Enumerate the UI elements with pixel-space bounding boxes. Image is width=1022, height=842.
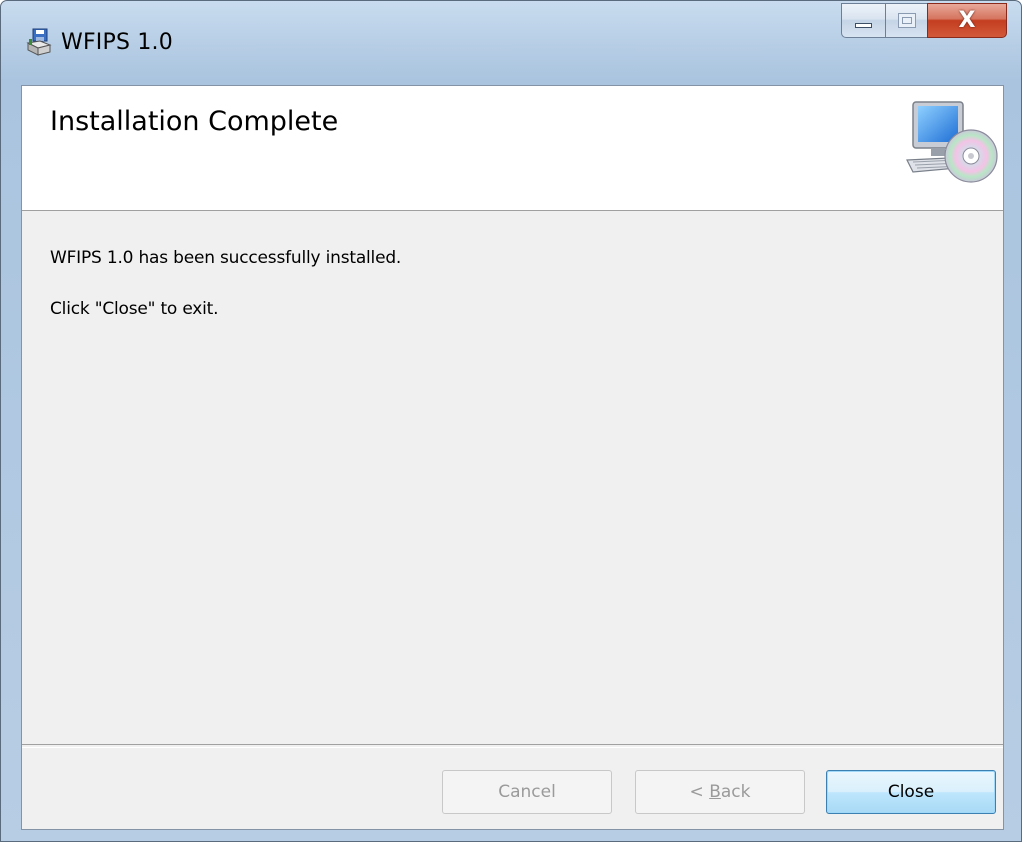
success-message: WFIPS 1.0 has been successfully installe… bbox=[50, 248, 402, 268]
computer-cd-icon bbox=[906, 101, 998, 183]
back-button[interactable]: < Back bbox=[635, 770, 805, 814]
caption-buttons: X bbox=[841, 3, 1007, 39]
cancel-button[interactable]: Cancel bbox=[442, 770, 612, 814]
back-prefix: < bbox=[689, 782, 710, 802]
close-icon: X bbox=[958, 8, 976, 33]
exit-instruction: Click "Close" to exit. bbox=[50, 299, 219, 319]
dialog-client-area: Installation Complete WFIPS 1.0 has been… bbox=[21, 85, 1004, 830]
page-title: Installation Complete bbox=[50, 106, 339, 137]
back-rest: ack bbox=[720, 782, 751, 802]
title-bar[interactable]: WFIPS 1.0 X bbox=[1, 1, 1021, 85]
window-title: WFIPS 1.0 bbox=[61, 30, 173, 55]
installer-app-icon bbox=[26, 28, 52, 56]
header-banner: Installation Complete bbox=[22, 86, 1003, 211]
installer-window: WFIPS 1.0 X Installation Complete WFIPS … bbox=[0, 0, 1022, 842]
minimize-button[interactable] bbox=[841, 3, 885, 38]
close-window-button[interactable]: X bbox=[927, 3, 1007, 38]
close-button-label: Close bbox=[887, 782, 935, 802]
minimize-icon bbox=[855, 23, 872, 28]
maximize-icon bbox=[898, 13, 916, 28]
maximize-button[interactable] bbox=[885, 3, 927, 38]
cancel-button-label: Cancel bbox=[498, 782, 556, 802]
footer-divider bbox=[22, 744, 1003, 748]
close-button[interactable]: Close bbox=[826, 770, 996, 814]
back-accelerator: B bbox=[709, 782, 721, 802]
